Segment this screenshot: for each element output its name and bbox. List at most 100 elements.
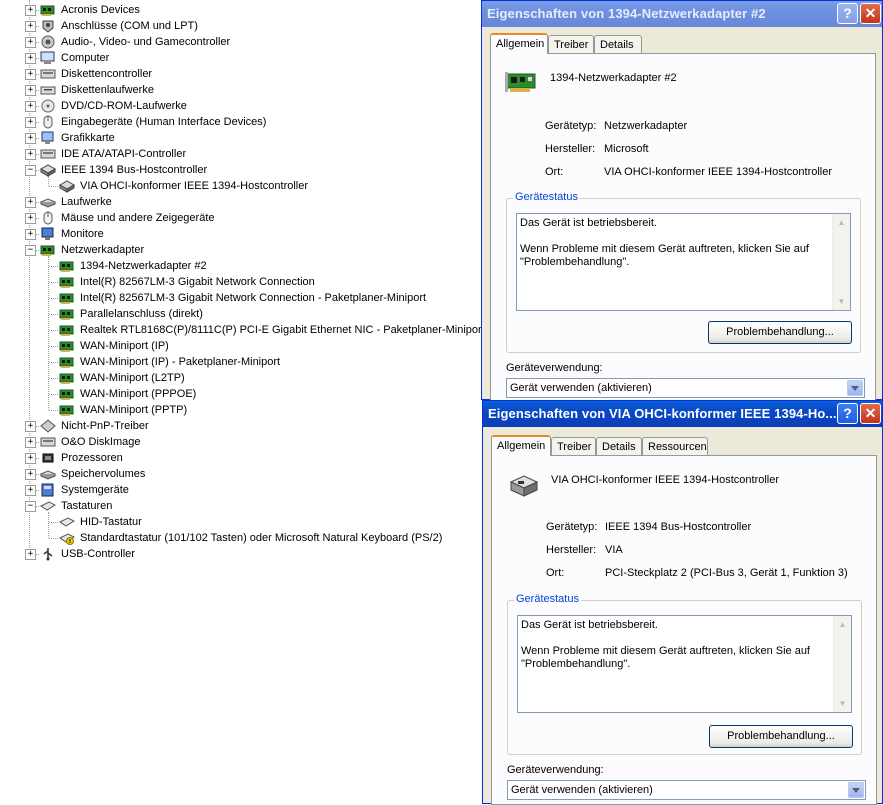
expand-button[interactable]: + <box>25 213 36 224</box>
expand-button[interactable]: + <box>25 133 36 144</box>
tab-treiber[interactable]: Treiber <box>548 35 594 53</box>
device-usage-select[interactable]: Gerät verwenden (aktivieren) <box>506 378 865 398</box>
expand-button[interactable]: + <box>25 37 36 48</box>
tree-category[interactable]: − Tastaturen <box>0 498 480 514</box>
expand-button[interactable]: + <box>25 485 36 496</box>
tree-device[interactable]: WAN-Miniport (IP) - Paketplaner-Miniport <box>0 354 480 370</box>
expand-button[interactable]: + <box>25 117 36 128</box>
expand-button[interactable]: + <box>25 149 36 160</box>
chevron-down-icon[interactable] <box>847 380 863 396</box>
help-button[interactable]: ? <box>837 3 858 24</box>
tree-category[interactable]: − IEEE 1394 Bus-Hostcontroller <box>0 162 480 178</box>
tree-item-label: Tastaturen <box>61 500 113 512</box>
tree-category[interactable]: + Mäuse und andere Zeigegeräte <box>0 210 480 226</box>
close-button[interactable]: ✕ <box>860 3 881 24</box>
tree-category[interactable]: + O&O DiskImage <box>0 434 480 450</box>
tree-device[interactable]: WAN-Miniport (L2TP) <box>0 370 480 386</box>
expand-button[interactable]: + <box>25 437 36 448</box>
tree-item-label: Acronis Devices <box>61 4 140 16</box>
tree-category[interactable]: + Eingabegeräte (Human Interface Devices) <box>0 114 480 130</box>
tree-item-label: Prozessoren <box>61 452 123 464</box>
firewire-controller-icon <box>509 475 539 497</box>
status-line-2: Wenn Probleme mit diesem Gerät auftreten… <box>521 645 810 670</box>
collapse-button[interactable]: − <box>25 501 36 512</box>
device-status-text[interactable]: Das Gerät ist betriebsbereit. Wenn Probl… <box>516 213 851 311</box>
manufacturer-label: Hersteller: <box>545 143 596 155</box>
manufacturer-value: VIA <box>605 544 623 556</box>
tree-category[interactable]: + Computer <box>0 50 480 66</box>
tree-category[interactable]: + DVD/CD-ROM-Laufwerke <box>0 98 480 114</box>
status-scrollbar[interactable]: ▲ ▼ <box>832 214 850 310</box>
close-button[interactable]: ✕ <box>860 403 881 424</box>
tree-category[interactable]: + Diskettencontroller <box>0 66 480 82</box>
tab-ressourcen[interactable]: Ressourcen <box>642 437 708 455</box>
expand-button[interactable]: + <box>25 453 36 464</box>
collapse-button[interactable]: − <box>25 165 36 176</box>
tree-category[interactable]: + Audio-, Video- und Gamecontroller <box>0 34 480 50</box>
expand-button[interactable]: + <box>25 197 36 208</box>
tree-category[interactable]: + Grafikkarte <box>0 130 480 146</box>
tree-device[interactable]: WAN-Miniport (PPPOE) <box>0 386 480 402</box>
expand-button[interactable]: + <box>25 101 36 112</box>
tree-device[interactable]: HID-Tastatur <box>0 514 480 530</box>
tree-category[interactable]: + Acronis Devices <box>0 2 480 18</box>
expand-button[interactable]: + <box>25 549 36 560</box>
expand-button[interactable]: + <box>25 421 36 432</box>
troubleshoot-button[interactable]: Problembehandlung... <box>709 725 853 748</box>
tree-device[interactable]: Intel(R) 82567LM-3 Gigabit Network Conne… <box>0 274 480 290</box>
troubleshoot-button[interactable]: Problembehandlung... <box>708 321 852 344</box>
tree-category[interactable]: + Anschlüsse (COM und LPT) <box>0 18 480 34</box>
device-status-text[interactable]: Das Gerät ist betriebsbereit. Wenn Probl… <box>517 615 852 713</box>
tab-allgemein[interactable]: Allgemein <box>491 435 551 456</box>
tree-category[interactable]: + Nicht-PnP-Treiber <box>0 418 480 434</box>
expand-button[interactable]: + <box>25 21 36 32</box>
tab-details[interactable]: Details <box>594 35 642 53</box>
expand-button[interactable]: + <box>25 5 36 16</box>
chevron-down-icon[interactable] <box>848 782 864 798</box>
tree-category[interactable]: + Diskettenlaufwerke <box>0 82 480 98</box>
tree-category[interactable]: + Systemgeräte <box>0 482 480 498</box>
tree-device[interactable]: Intel(R) 82567LM-3 Gigabit Network Conne… <box>0 290 480 306</box>
tree-device[interactable]: Realtek RTL8168C(P)/8111C(P) PCI-E Gigab… <box>0 322 485 338</box>
tree-device[interactable]: Standardtastatur (101/102 Tasten) oder M… <box>0 530 480 546</box>
tree-category[interactable]: + Laufwerke <box>0 194 480 210</box>
tree-device[interactable]: WAN-Miniport (IP) <box>0 338 480 354</box>
expand-button[interactable]: + <box>25 53 36 64</box>
tree-item-label: Diskettencontroller <box>61 68 153 80</box>
help-button[interactable]: ? <box>837 403 858 424</box>
expand-button[interactable]: + <box>25 469 36 480</box>
expand-button[interactable]: + <box>25 69 36 80</box>
tree-device[interactable]: 1394-Netzwerkadapter #2 <box>0 258 480 274</box>
dialog-titlebar[interactable]: Eigenschaften von 1394-Netzwerkadapter #… <box>482 1 882 27</box>
tree-category[interactable]: − Netzwerkadapter <box>0 242 480 258</box>
display-adapter-icon <box>41 131 54 144</box>
device-tree[interactable]: + Acronis Devices + Anschlüsse (COM und LPT… <box>0 0 485 804</box>
tree-item-label: Laufwerke <box>61 196 112 208</box>
tree-item-label: Netzwerkadapter <box>61 244 145 256</box>
firewire-controller-icon <box>59 180 75 193</box>
tree-category[interactable]: + Monitore <box>0 226 480 242</box>
tree-category[interactable]: + Speichervolumes <box>0 466 480 482</box>
expand-button[interactable]: + <box>25 229 36 240</box>
tree-connector-line <box>49 186 58 187</box>
tree-category[interactable]: + IDE ATA/ATAPI-Controller <box>0 146 480 162</box>
tree-category[interactable]: + USB-Controller <box>0 546 480 562</box>
expand-button[interactable]: + <box>25 85 36 96</box>
tree-device[interactable]: VIA OHCI-konformer IEEE 1394-Hostcontrol… <box>0 178 480 194</box>
tab-details[interactable]: Details <box>596 437 642 455</box>
hid-icon <box>43 115 53 129</box>
device-usage-label: Geräteverwendung: <box>507 764 604 776</box>
dialog-titlebar[interactable]: Eigenschaften von VIA OHCI-konformer IEE… <box>483 401 882 427</box>
tab-allgemein[interactable]: Allgemein <box>490 33 548 54</box>
tab-treiber[interactable]: Treiber <box>551 437 596 455</box>
status-scrollbar[interactable]: ▲ ▼ <box>833 616 851 712</box>
device-usage-select[interactable]: Gerät verwenden (aktivieren) <box>507 780 866 800</box>
network-card-icon <box>40 245 55 256</box>
collapse-button[interactable]: − <box>25 245 36 256</box>
tree-device[interactable]: Parallelanschluss (direkt) <box>0 306 480 322</box>
tree-category[interactable]: + Prozessoren <box>0 450 480 466</box>
disk-drive-icon <box>40 198 56 208</box>
tree-item-label: Grafikkarte <box>61 132 115 144</box>
tree-item-label: IEEE 1394 Bus-Hostcontroller <box>61 164 208 176</box>
tree-device[interactable]: WAN-Miniport (PPTP) <box>0 402 480 418</box>
